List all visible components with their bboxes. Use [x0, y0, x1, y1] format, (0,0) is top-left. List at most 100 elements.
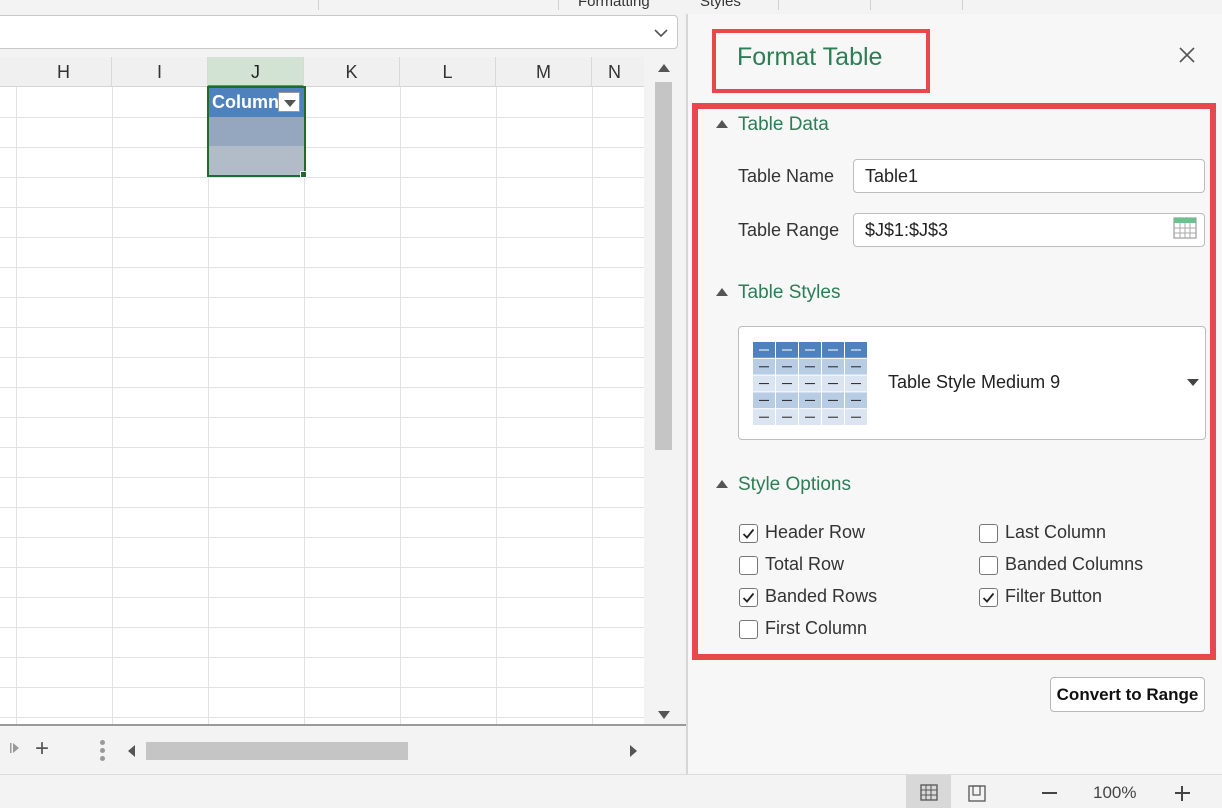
zoom-level[interactable]: 100%	[1093, 783, 1136, 803]
zoom-in-icon[interactable]	[1181, 786, 1183, 801]
chevron-down-icon	[284, 100, 296, 107]
gridline	[0, 417, 644, 418]
more-options-icon[interactable]	[100, 740, 106, 762]
vertical-scrollbar[interactable]	[650, 57, 678, 724]
fill-handle[interactable]	[300, 171, 307, 178]
table-data-row[interactable]	[209, 117, 304, 146]
normal-view-button[interactable]	[906, 775, 951, 808]
total-row-checkbox[interactable]	[739, 556, 758, 575]
option-label: Filter Button	[1005, 586, 1103, 606]
gridline	[592, 87, 593, 724]
first-column-checkbox[interactable]	[739, 620, 758, 639]
gridline	[16, 87, 17, 724]
collapse-style-options-icon[interactable]	[716, 480, 728, 488]
scroll-right-icon[interactable]	[630, 745, 637, 757]
add-sheet-icon[interactable]: +	[35, 734, 49, 764]
last-sheet-icon[interactable]	[10, 740, 22, 756]
option-label: Last Column	[1005, 522, 1107, 542]
section-style-options[interactable]: Style Options	[738, 474, 851, 496]
table-data-row[interactable]	[209, 146, 304, 175]
gridline	[0, 537, 644, 538]
table-name-label: Table Name	[738, 166, 835, 186]
page-layout-icon[interactable]	[968, 785, 986, 802]
gridline	[0, 387, 644, 388]
column-header-m[interactable]: M	[496, 57, 592, 87]
option-label: Header Row	[765, 522, 866, 542]
gridline	[0, 117, 644, 118]
gridline	[0, 147, 644, 148]
format-table-panel: Format Table Table Data Table Name Table…	[686, 14, 1222, 774]
table-range-input[interactable]: $J$1:$J$3	[853, 213, 1205, 247]
table-style-name: Table Style Medium 9	[888, 372, 1061, 392]
status-bar: 100%	[0, 774, 1222, 808]
ribbon-separator	[558, 0, 559, 10]
filter-button-checkbox[interactable]	[979, 588, 998, 607]
gridline	[496, 87, 497, 724]
gridline	[0, 657, 644, 658]
checkmark-icon	[742, 528, 755, 539]
column-header-row: H I J K L M N	[0, 57, 644, 87]
option-label: First Column	[765, 618, 868, 638]
banded-columns-checkbox[interactable]	[979, 556, 998, 575]
close-icon[interactable]	[1178, 46, 1196, 64]
column-header-i[interactable]: I	[112, 57, 208, 87]
gridline	[0, 177, 644, 178]
chevron-down-icon[interactable]	[1187, 379, 1199, 386]
column-header-k[interactable]: K	[304, 57, 400, 87]
gridline	[0, 717, 644, 718]
column-header-j[interactable]: J	[208, 57, 304, 87]
gridline	[400, 87, 401, 724]
scroll-up-icon[interactable]	[658, 64, 670, 72]
option-label: Total Row	[765, 554, 845, 574]
panel-title: Format Table	[737, 43, 883, 71]
convert-to-range-button[interactable]: Convert to Range	[1050, 677, 1205, 712]
gridline	[0, 507, 644, 508]
gridline	[112, 87, 113, 724]
gridline	[0, 567, 644, 568]
banded-rows-checkbox[interactable]	[739, 588, 758, 607]
range-select-icon[interactable]	[1173, 217, 1197, 239]
table-name-input[interactable]: Table1	[853, 159, 1205, 193]
last-column-checkbox[interactable]	[979, 524, 998, 543]
header-row-checkbox[interactable]	[739, 524, 758, 543]
checkmark-icon	[982, 592, 995, 603]
table-style-picker[interactable]: Table Style Medium 9	[738, 326, 1206, 440]
scroll-left-icon[interactable]	[128, 745, 135, 757]
horizontal-scroll-thumb[interactable]	[146, 742, 408, 760]
checkmark-icon	[742, 592, 755, 603]
column-header-n[interactable]: N	[592, 57, 644, 87]
gridline	[0, 477, 644, 478]
ribbon-formatting[interactable]: Formatting	[578, 0, 650, 10]
collapse-table-data-icon[interactable]	[716, 120, 728, 128]
ribbon-styles[interactable]: Styles	[700, 0, 741, 10]
option-label: Banded Columns	[1005, 554, 1144, 574]
scroll-down-icon[interactable]	[658, 711, 670, 719]
ribbon-separator	[962, 0, 963, 10]
section-table-styles[interactable]: Table Styles	[738, 282, 840, 304]
worksheet-grid[interactable]: H I J K L M N Column1	[0, 57, 644, 724]
gridline	[0, 627, 644, 628]
ribbon-separator	[318, 0, 319, 10]
grid-icon	[920, 784, 938, 801]
gridline	[0, 687, 644, 688]
column-header-l[interactable]: L	[400, 57, 496, 87]
table-style-thumbnail-icon	[753, 342, 867, 425]
filter-dropdown-button[interactable]	[278, 92, 300, 112]
table-range-label: Table Range	[738, 220, 840, 240]
gridline	[0, 597, 644, 598]
column-header-h[interactable]: H	[16, 57, 112, 87]
gridline	[0, 297, 644, 298]
option-label: Banded Rows	[765, 586, 878, 606]
ribbon-separator	[870, 0, 871, 10]
chevron-down-icon[interactable]	[653, 26, 669, 40]
gridline	[0, 447, 644, 448]
gridline	[304, 87, 305, 724]
vertical-scroll-thumb[interactable]	[655, 82, 672, 450]
gridline	[0, 327, 644, 328]
zoom-out-icon[interactable]	[1042, 792, 1057, 794]
gridline	[208, 87, 209, 724]
collapse-table-styles-icon[interactable]	[716, 288, 728, 296]
section-table-data[interactable]: Table Data	[738, 114, 829, 136]
formula-bar[interactable]	[0, 15, 678, 49]
ribbon-separator	[778, 0, 779, 10]
